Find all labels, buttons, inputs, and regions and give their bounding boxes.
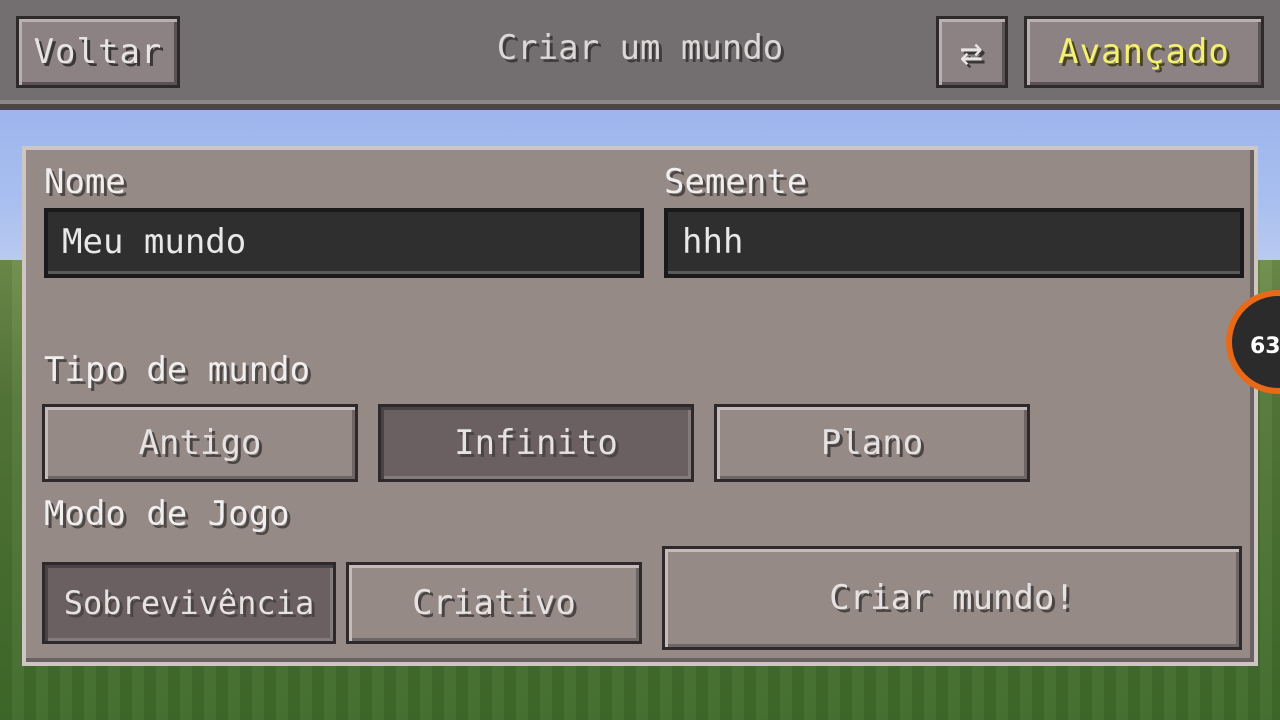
name-label: Nome — [44, 162, 126, 202]
create-world-panel: Nome Meu mundo Semente hhh Tipo de mundo… — [22, 146, 1258, 666]
game-mode-sobrevivencia[interactable]: Sobrevivência — [42, 562, 336, 644]
create-world-button[interactable]: Criar mundo! — [662, 546, 1242, 650]
world-type-infinito[interactable]: Infinito — [378, 404, 694, 482]
seed-input[interactable]: hhh — [664, 208, 1244, 278]
game-mode-criativo[interactable]: Criativo — [346, 562, 642, 644]
fps-counter-value: 63 — [1250, 334, 1280, 359]
top-bar: Voltar Criar um mundo ⇄ Avançado — [0, 0, 1280, 110]
swap-arrows-icon: ⇄ — [960, 30, 984, 74]
seed-label: Semente — [664, 162, 808, 202]
game-mode-label: Modo de Jogo — [44, 494, 290, 534]
world-type-plano[interactable]: Plano — [714, 404, 1030, 482]
advanced-button[interactable]: Avançado — [1024, 16, 1264, 88]
swap-button[interactable]: ⇄ — [936, 16, 1008, 88]
page-title: Criar um mundo — [496, 28, 784, 68]
back-button[interactable]: Voltar — [16, 16, 180, 88]
name-input[interactable]: Meu mundo — [44, 208, 644, 278]
world-type-antigo[interactable]: Antigo — [42, 404, 358, 482]
world-type-label: Tipo de mundo — [44, 350, 311, 390]
